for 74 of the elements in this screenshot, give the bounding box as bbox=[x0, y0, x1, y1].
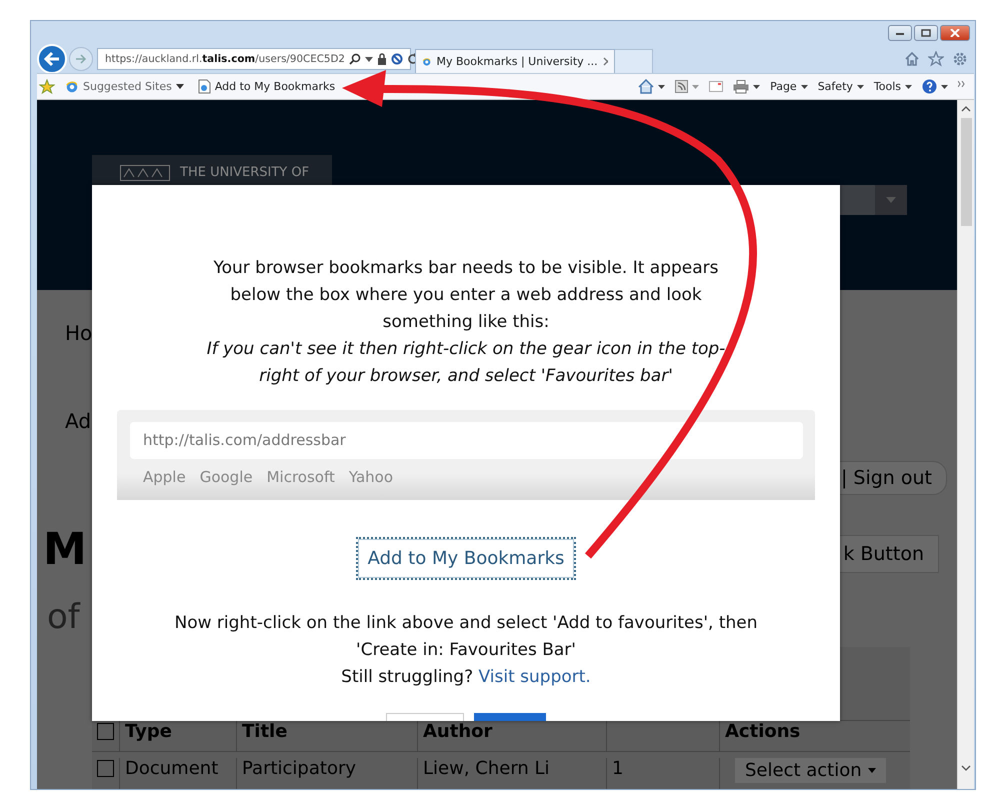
help-icon bbox=[922, 79, 937, 94]
close-button[interactable] bbox=[940, 25, 970, 41]
feeds-menu-button[interactable] bbox=[675, 80, 700, 93]
select-action-button[interactable]: Select action bbox=[735, 758, 886, 783]
nav-link[interactable]: Ad bbox=[65, 408, 92, 434]
crest-icon bbox=[120, 165, 170, 181]
checkbox[interactable] bbox=[97, 760, 114, 777]
maximize-icon bbox=[921, 29, 931, 37]
arrow-right-icon bbox=[75, 54, 87, 64]
chevron-icon[interactable] bbox=[958, 81, 966, 87]
lock-icon[interactable] bbox=[376, 53, 387, 65]
support-link[interactable]: Visit support. bbox=[478, 667, 591, 687]
column-header[interactable]: Type bbox=[125, 721, 172, 742]
caret-icon bbox=[905, 84, 912, 88]
print-menu-button[interactable] bbox=[733, 80, 760, 94]
column-header[interactable]: Actions bbox=[725, 721, 800, 742]
page-subheading: of bbox=[47, 597, 80, 637]
nav-link[interactable]: Ho bbox=[65, 320, 92, 346]
home-icon bbox=[638, 79, 654, 94]
caret-icon bbox=[856, 84, 864, 88]
caret-icon bbox=[176, 84, 184, 89]
help-text: Still struggling? bbox=[341, 667, 474, 687]
intro-text: Your browser bookmarks bar needs to be visible. It appears below the box where you enter a web address and look something like this: bbox=[212, 257, 720, 334]
command-menu[interactable]: Page bbox=[770, 80, 808, 93]
favorites-menu[interactable]: Suggested Sites bbox=[61, 80, 188, 94]
scroll-down-icon[interactable] bbox=[961, 765, 971, 771]
column-header[interactable]: Author bbox=[423, 721, 492, 742]
command-menu[interactable]: Safety bbox=[818, 80, 864, 93]
mail-button[interactable] bbox=[709, 81, 724, 92]
table-cell: Liew, Chern Li bbox=[418, 758, 607, 789]
scroll-thumb[interactable] bbox=[960, 118, 972, 226]
caret-icon bbox=[753, 84, 760, 88]
favorites-star-icon[interactable] bbox=[39, 78, 55, 94]
feed-icon bbox=[675, 80, 688, 93]
caret-icon bbox=[800, 84, 808, 88]
logo-text: THE UNIVERSITY OF bbox=[180, 165, 310, 180]
favorites-link[interactable]: Add to My Bookmarks bbox=[194, 79, 340, 94]
page-icon bbox=[198, 79, 211, 94]
address-text: https://auckland.rl.talis.com/users/90CEC5D2 bbox=[105, 53, 345, 65]
column-header[interactable]: Title bbox=[242, 721, 288, 742]
printer-icon bbox=[733, 80, 750, 94]
caret-icon bbox=[868, 768, 876, 773]
address-field: http://talis.com/addressbar bbox=[130, 422, 803, 459]
settings-icon[interactable] bbox=[952, 51, 968, 67]
caret-icon bbox=[692, 84, 700, 88]
add-bookmark-link[interactable]: Add to My Bookmarks bbox=[356, 537, 576, 580]
table-cell: Document bbox=[120, 758, 237, 789]
page-heading: M bbox=[43, 525, 87, 575]
caret-icon bbox=[886, 197, 896, 203]
checkbox[interactable] bbox=[97, 723, 114, 740]
minimize-button[interactable] bbox=[888, 25, 912, 41]
stop-icon[interactable] bbox=[390, 53, 403, 65]
maximize-button[interactable] bbox=[914, 25, 938, 41]
scrollbar[interactable] bbox=[957, 100, 974, 789]
globe-e-icon bbox=[65, 80, 79, 94]
caret-icon[interactable] bbox=[364, 56, 373, 62]
command-menu[interactable]: Tools bbox=[874, 80, 912, 93]
caret-icon bbox=[658, 84, 666, 88]
instructions-text: Now right-click on the link above and select 'Add to favourites', then 'Create in: Favourites Bar' bbox=[173, 612, 759, 662]
home-menu-button[interactable] bbox=[638, 79, 666, 94]
search-icon[interactable] bbox=[348, 53, 361, 65]
star-icon[interactable] bbox=[928, 51, 944, 67]
minimize-icon bbox=[895, 30, 905, 36]
table-cell: Participatory bbox=[237, 758, 418, 789]
home-icon[interactable] bbox=[904, 51, 920, 67]
envelope-icon bbox=[709, 81, 724, 92]
back-button[interactable] bbox=[37, 44, 67, 74]
help-menu-button[interactable] bbox=[922, 79, 948, 94]
caret-icon bbox=[941, 84, 948, 88]
table-cell: 1 bbox=[607, 758, 720, 789]
browser-tab[interactable]: My Bookmarks | University ... bbox=[415, 49, 615, 73]
scroll-up-icon[interactable] bbox=[961, 106, 971, 112]
arrow-left-icon bbox=[43, 51, 61, 67]
hint-text: If you can't see it then right-click on the gear icon in the top-right of your browser, and select 'Favourites bar' bbox=[206, 338, 726, 388]
